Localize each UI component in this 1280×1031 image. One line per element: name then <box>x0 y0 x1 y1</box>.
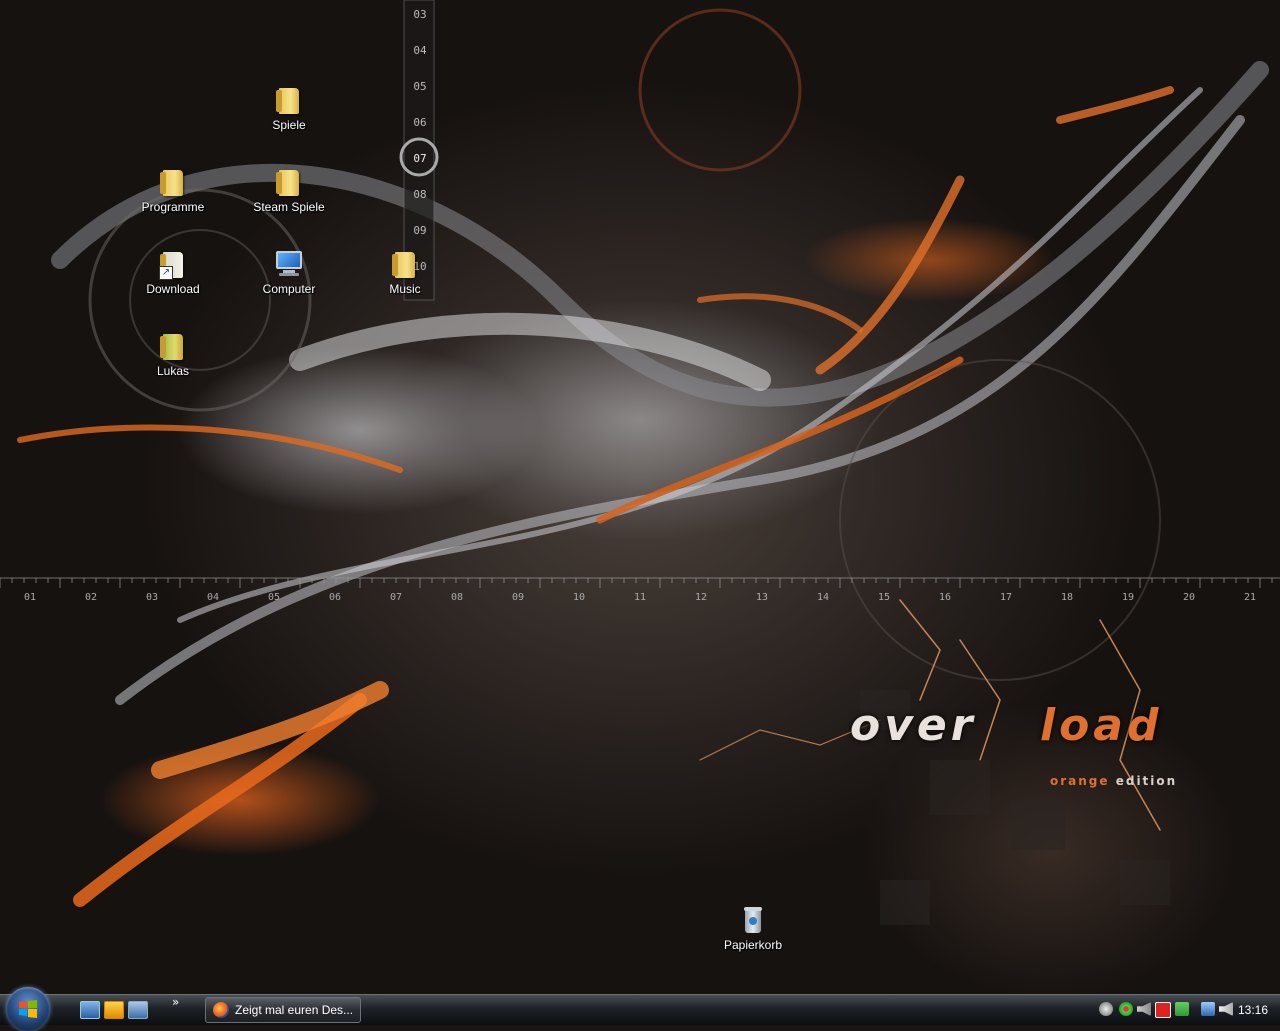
folder-icon <box>273 84 305 116</box>
icq-flower-icon[interactable] <box>1119 1002 1133 1016</box>
desktop-icon-music[interactable]: Music <box>360 248 450 296</box>
ruler-number: 20 <box>1183 592 1196 603</box>
user-folder-icon <box>157 330 189 362</box>
ruler-number: 03 <box>146 592 159 603</box>
quicklaunch-overflow-chevron-icon[interactable]: » <box>172 995 179 1009</box>
media-player-icon[interactable] <box>104 1001 124 1019</box>
ruler-number: 16 <box>939 592 952 603</box>
desktop-icon-label: Download <box>146 282 200 296</box>
folder-icon <box>273 166 305 198</box>
ruler-number: 08 <box>451 592 464 603</box>
desktop-icon-label: Spiele <box>272 118 306 132</box>
folder-icon <box>157 166 189 198</box>
desktop-icon-papierkorb[interactable]: Papierkorb <box>708 904 798 952</box>
desktop-icon-lukas[interactable]: Lukas <box>128 330 218 378</box>
desktop-icon-label: Steam Spiele <box>253 200 325 214</box>
network-icon[interactable] <box>1201 1002 1215 1016</box>
shortcut-folder-icon: ↗ <box>157 248 189 280</box>
antivirus-icon[interactable] <box>1155 1002 1171 1018</box>
ruler-number: 12 <box>695 592 708 603</box>
desktop-icon-label: Music <box>389 282 421 296</box>
show-desktop-icon[interactable] <box>80 1001 100 1019</box>
vertical-number: 05 <box>413 80 427 93</box>
taskbar: » Zeigt mal euren Des... 13:16 <box>0 987 1280 1031</box>
ruler-number: 09 <box>512 592 525 603</box>
edition-orange-word: orange <box>1050 774 1110 788</box>
desktop-icon-download[interactable]: ↗ Download <box>128 248 218 296</box>
ruler-number: 21 <box>1244 592 1257 603</box>
shortcut-arrow-icon: ↗ <box>159 266 173 280</box>
taskbar-clock[interactable]: 13:16 <box>1238 1003 1268 1017</box>
desktop-icon-steam-spiele[interactable]: Steam Spiele <box>244 166 334 214</box>
start-button[interactable] <box>6 987 50 1031</box>
taskbar-button-firefox[interactable]: Zeigt mal euren Des... <box>205 997 361 1023</box>
speaker-icon[interactable] <box>1219 1002 1233 1016</box>
logo-word-load: load <box>1040 700 1163 751</box>
vertical-number: 06 <box>413 116 427 129</box>
windows-flag-icon <box>19 1000 37 1018</box>
ruler-number: 05 <box>268 592 281 603</box>
wallpaper-ruler: 01 02 03 04 05 06 07 08 09 10 11 12 13 14 15 16 17 18 19 20… <box>0 570 1280 610</box>
desktop-icon-label: Lukas <box>156 364 190 378</box>
ruler-number: 02 <box>85 592 98 603</box>
steam-icon[interactable] <box>1099 1002 1113 1016</box>
update-icon[interactable] <box>1175 1002 1189 1016</box>
ruler-number: 17 <box>1000 592 1013 603</box>
desktop-icon-label: Programme <box>141 200 205 214</box>
ruler-number: 10 <box>573 592 586 603</box>
desktop-wallpaper: 03 04 05 06 07 08 09 10 01 02 03 04 05 06 07 08… <box>0 0 1280 994</box>
recycle-bin-icon <box>737 904 769 936</box>
ruler-number: 07 <box>390 592 403 603</box>
ruler-number: 14 <box>817 592 830 603</box>
taskbar-button-label: Zeigt mal euren Des... <box>235 1003 354 1017</box>
ruler-number: 13 <box>756 592 769 603</box>
folder-icon <box>389 248 421 280</box>
edition-word: edition <box>1115 774 1178 788</box>
ruler-number: 11 <box>634 592 647 603</box>
desktop-icon-spiele[interactable]: Spiele <box>244 84 334 132</box>
wallpaper-art <box>17 8 1269 925</box>
computer-icon <box>273 248 305 280</box>
desktop-icon-programme[interactable]: Programme <box>128 166 218 214</box>
logo-word-over: over <box>850 700 977 751</box>
vertical-number: 08 <box>413 188 427 201</box>
logo-edition: orange edition <box>1050 774 1177 788</box>
volume-mute-icon[interactable] <box>1137 1002 1151 1016</box>
ruler-number: 06 <box>329 592 342 603</box>
ruler-number: 04 <box>207 592 220 603</box>
ruler-number: 01 <box>24 592 37 603</box>
vertical-number: 03 <box>413 8 427 21</box>
vertical-number: 04 <box>413 44 427 57</box>
desktop-icon-label: Computer <box>262 282 316 296</box>
vertical-number: 07 <box>413 152 427 165</box>
desktop-icon-label: Papierkorb <box>723 938 783 952</box>
ruler-number: 15 <box>878 592 891 603</box>
ruler-number: 19 <box>1122 592 1135 603</box>
ruler-number: 18 <box>1061 592 1074 603</box>
desktop-icon-computer[interactable]: Computer <box>244 248 334 296</box>
firefox-icon <box>213 1002 229 1018</box>
overload-logo: over load orange edition <box>850 700 1230 800</box>
switch-windows-icon[interactable] <box>128 1001 148 1019</box>
